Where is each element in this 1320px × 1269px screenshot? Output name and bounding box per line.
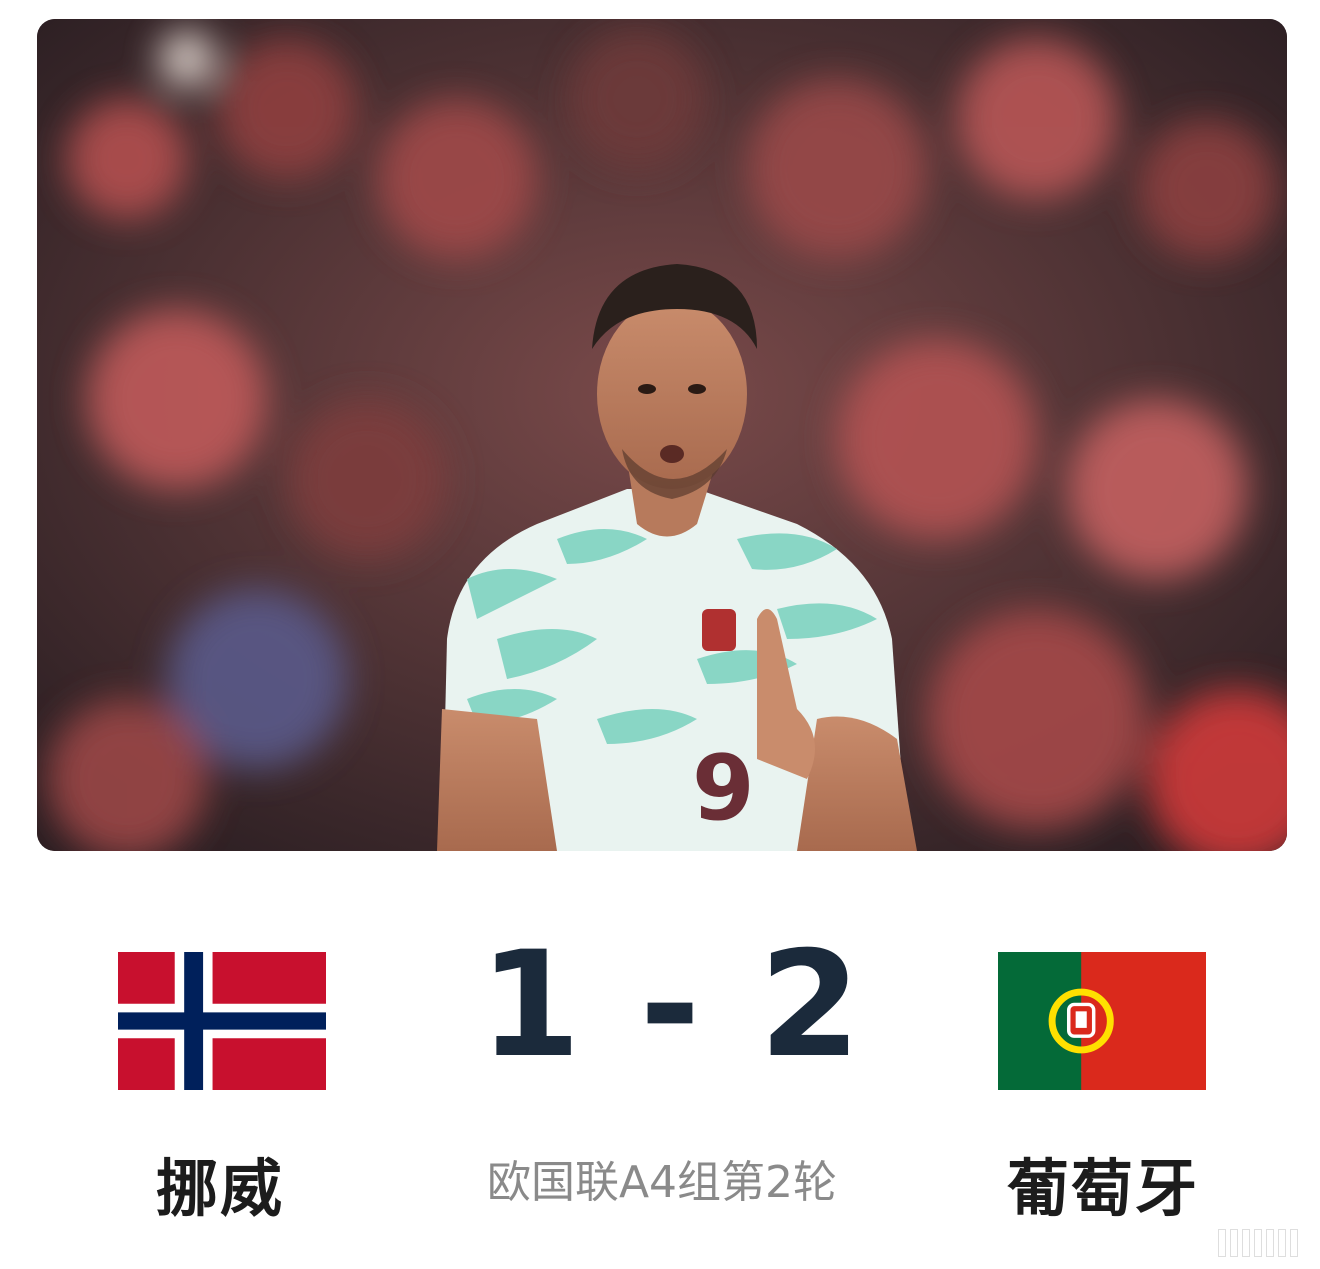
norway-flag-icon — [118, 952, 326, 1090]
match-score: 1 - 2 — [479, 920, 865, 1090]
portugal-flag-icon — [998, 952, 1206, 1090]
hero-photo[interactable]: 9 — [37, 19, 1287, 851]
match-result-card: 9 挪威 1 - 2 欧国联A4组第2轮 葡萄牙 — [0, 0, 1320, 1269]
home-team[interactable]: 挪威 — [118, 952, 328, 1220]
away-team-name: 葡萄牙 — [1006, 1152, 1199, 1225]
away-team[interactable]: 葡萄牙 — [998, 952, 1208, 1220]
svg-text:9: 9 — [692, 736, 755, 841]
competition-label: 欧国联A4组第2轮 — [486, 1157, 838, 1208]
watermark — [1218, 1229, 1298, 1257]
home-team-name: 挪威 — [155, 1152, 284, 1225]
player-photo-illustration: 9 — [37, 19, 1287, 851]
